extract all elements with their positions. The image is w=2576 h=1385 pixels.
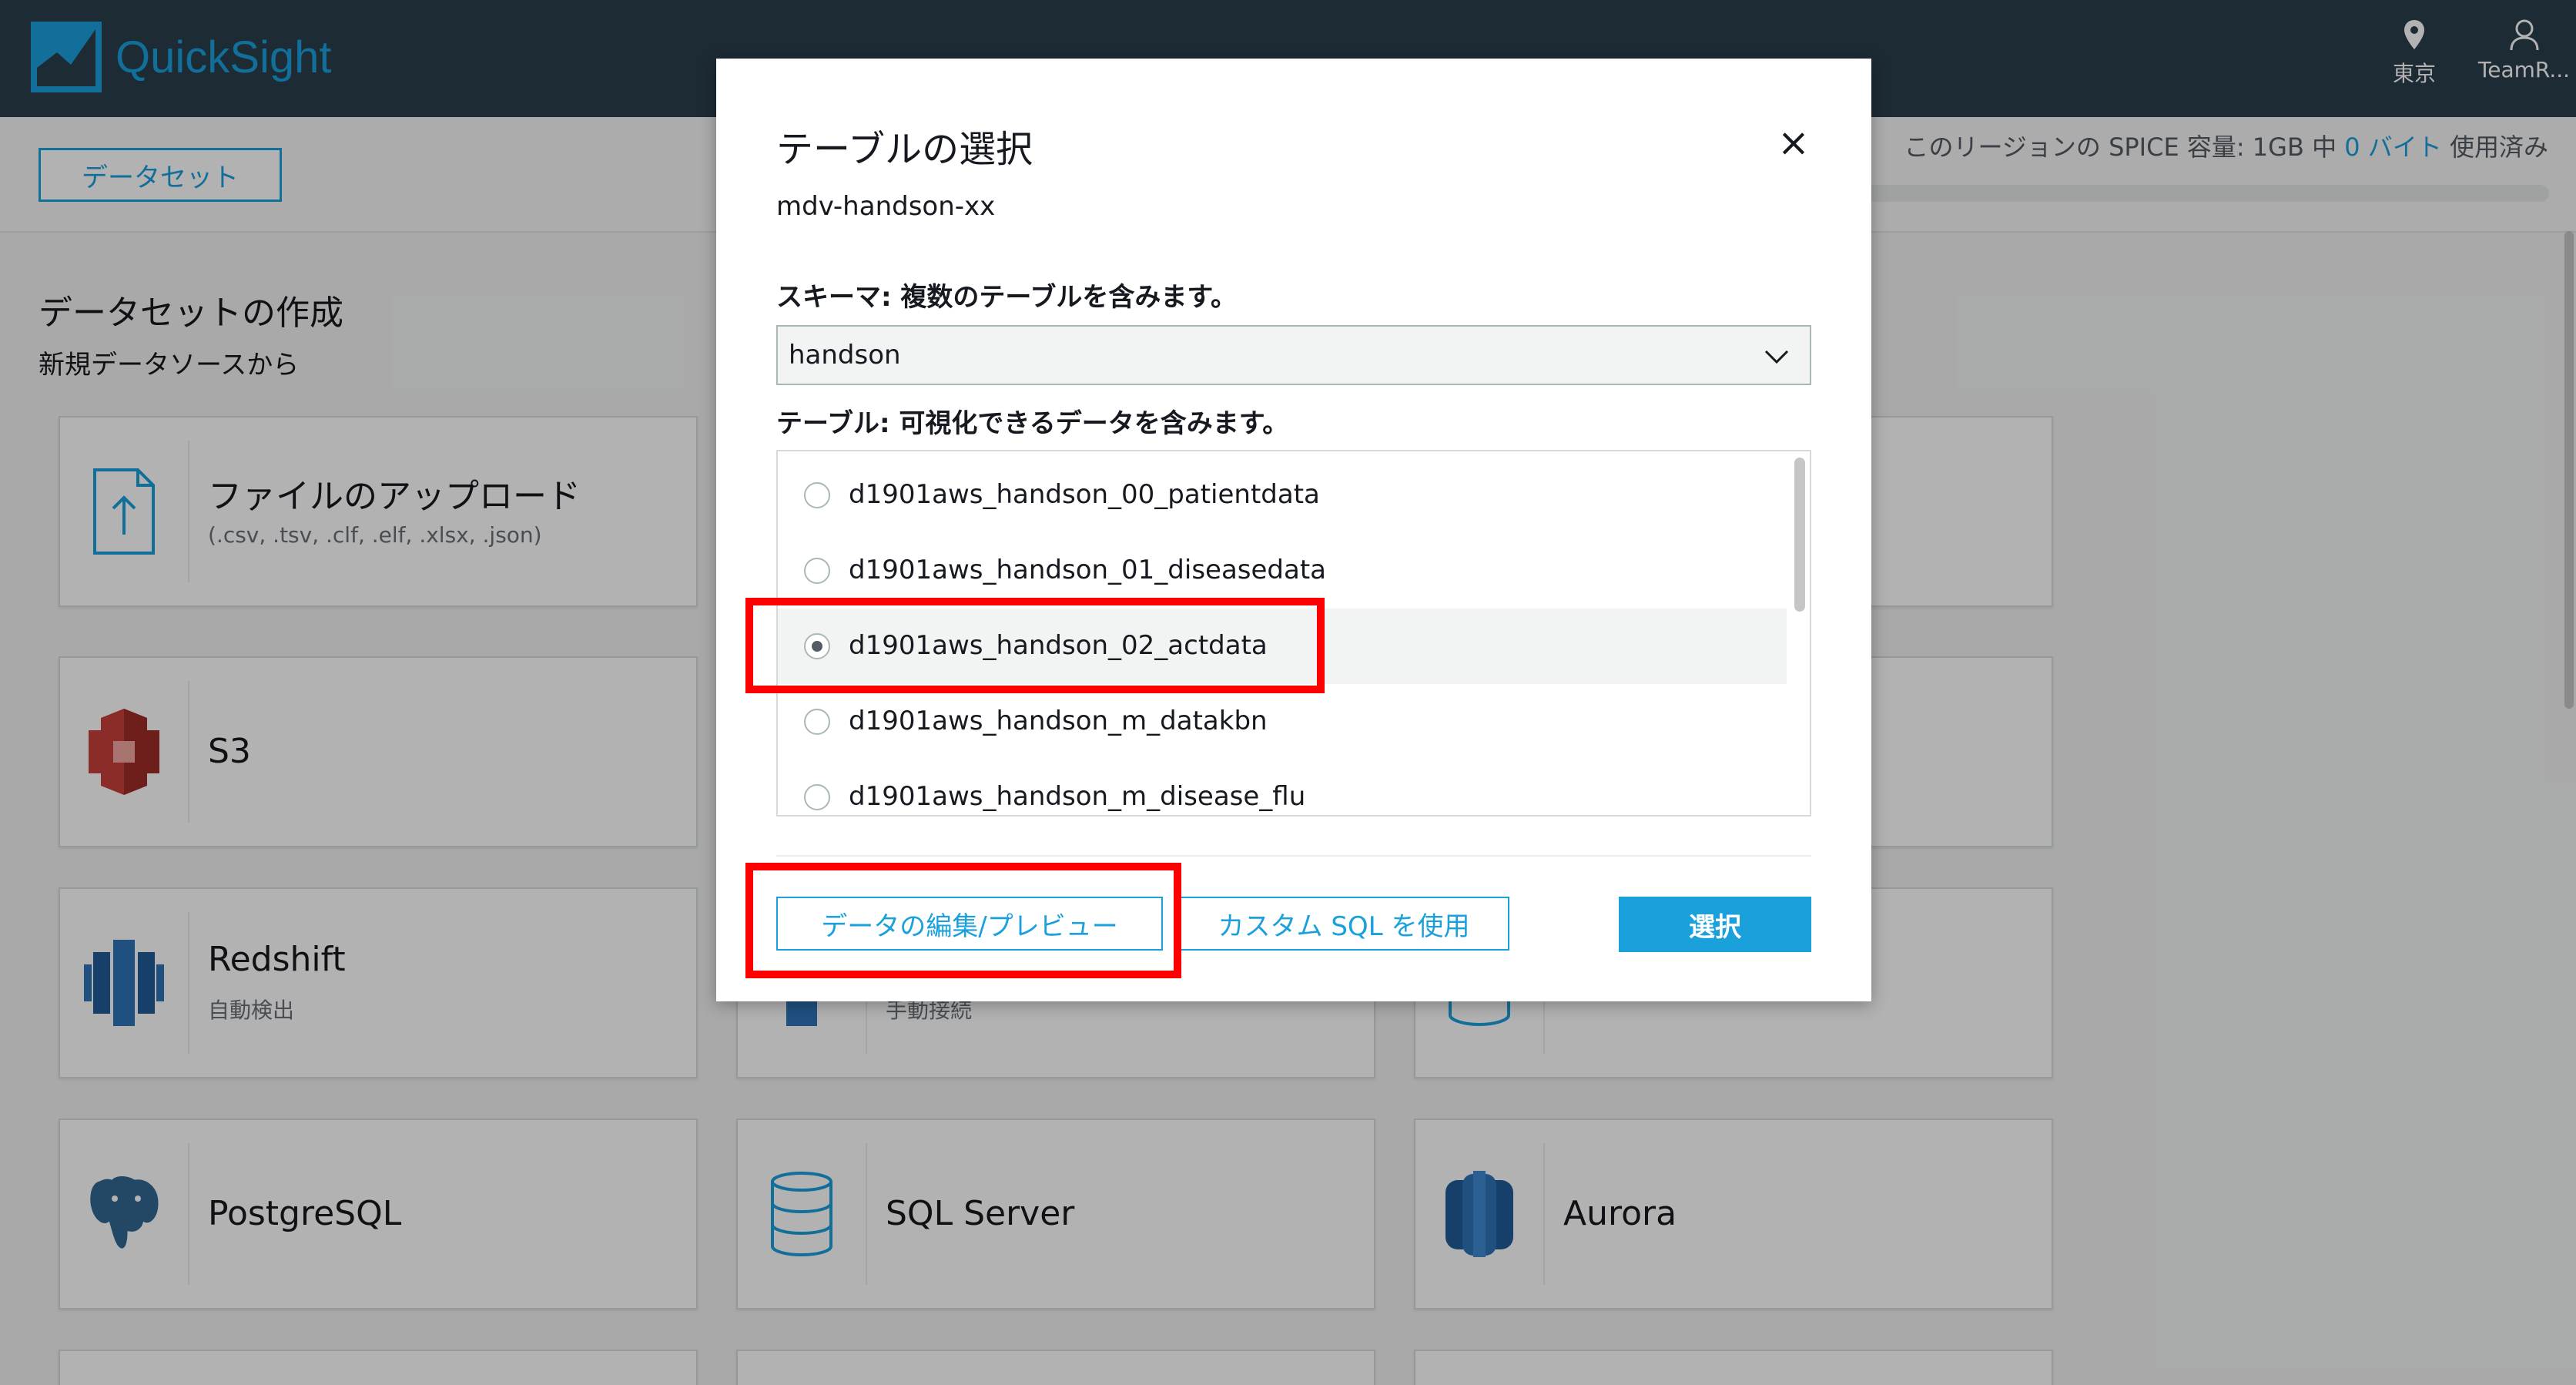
table-option[interactable]: d1901aws_handson_m_datakbn <box>778 684 1787 760</box>
highlight-edit-preview-button <box>745 863 1181 978</box>
table-label: テーブル: 可視化できるデータを含みます。 <box>776 408 1289 439</box>
schema-label: スキーマ: 複数のテーブルを含みます。 <box>776 282 1237 313</box>
radio-button[interactable] <box>804 709 830 735</box>
table-option[interactable]: d1901aws_handson_00_patientdata <box>778 458 1787 533</box>
custom-sql-button[interactable]: カスタム SQL を使用 <box>1178 897 1509 951</box>
radio-button[interactable] <box>804 482 830 508</box>
chevron-down-icon <box>1764 350 1789 364</box>
radio-button[interactable] <box>804 784 830 810</box>
table-option-label: d1901aws_handson_m_datakbn <box>849 706 1268 736</box>
select-table-dialog: テーブルの選択 × mdv-handson-xx スキーマ: 複数のテーブルを含… <box>716 59 1871 1001</box>
table-option-label: d1901aws_handson_01_diseasedata <box>849 555 1327 585</box>
list-scrollbar[interactable] <box>1794 458 1805 612</box>
datasource-name: mdv-handson-xx <box>776 191 996 222</box>
dialog-divider <box>776 855 1811 857</box>
table-option-label: d1901aws_handson_00_patientdata <box>849 479 1320 510</box>
dialog-title: テーブルの選択 <box>776 128 1033 171</box>
table-option-label: d1901aws_handson_m_disease_flu <box>849 781 1306 812</box>
close-icon[interactable]: × <box>1777 120 1810 165</box>
highlight-selected-table <box>745 598 1325 693</box>
schema-select[interactable]: handson <box>776 325 1811 385</box>
radio-button[interactable] <box>804 558 830 584</box>
select-button[interactable]: 選択 <box>1619 897 1811 952</box>
table-option[interactable]: d1901aws_handson_m_disease_flu <box>778 760 1787 815</box>
schema-value: handson <box>789 340 901 371</box>
